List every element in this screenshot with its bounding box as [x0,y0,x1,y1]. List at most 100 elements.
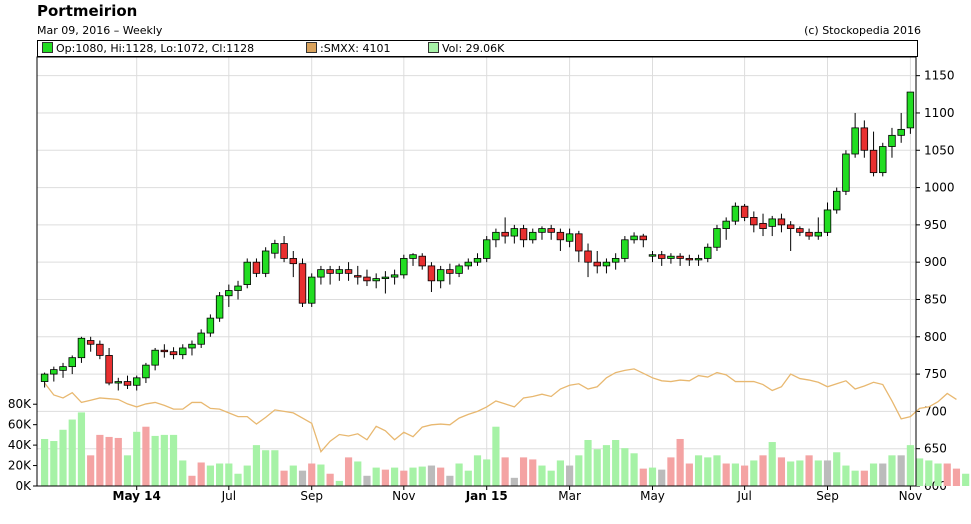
candle-body [50,369,58,375]
candle-body [648,254,657,257]
candle-body [482,239,491,259]
candle-body [381,276,390,279]
candle-body [814,231,823,237]
date-tick-label: May 14 [113,489,161,503]
volume-bar [897,455,905,486]
candle-body [68,357,76,368]
candle-body [842,153,850,192]
volume-bar [41,438,49,486]
volume-bar [142,426,150,486]
volume-bar [409,467,417,486]
volume-bar [391,467,399,486]
candle-body [759,222,767,230]
candle-body [298,263,307,304]
volume-bar [68,419,76,486]
candle-body [529,231,537,241]
candle-body [271,243,279,254]
candle-body [851,127,859,155]
candle-body [197,332,205,345]
volume-bar [962,473,970,486]
candle-body [676,255,684,259]
candle-body [114,381,123,384]
date-tick-label: Jul [221,489,236,503]
candle-body [731,205,740,222]
candle-body [556,231,565,241]
volume-bar [216,463,224,486]
price-volume-chart: 1150110010501000950900850800750700650600… [8,56,970,503]
candle-body [215,295,224,319]
candle-body [96,343,104,356]
price-tick-label: 1100 [924,106,955,120]
volume-bar [713,455,721,486]
date-tick-label: Nov [392,489,415,503]
volume-bar [133,431,141,486]
price-tick-label: 850 [924,292,947,306]
candle-body [860,127,869,151]
volume-bar [593,449,601,486]
volume-bar [77,412,86,486]
volume-bar [317,464,325,486]
candle-body [602,261,611,267]
candle-body [372,278,380,282]
volume-bar [372,467,380,486]
volume-bar [308,463,316,486]
volume-bar [676,438,684,486]
volume-bar [584,440,592,486]
volume-tick-label: 0K [15,479,32,493]
candle-body [740,205,749,218]
candle-body [40,373,49,382]
volume-bar [925,460,933,486]
volume-bar [685,463,693,486]
volume-bar [731,463,739,486]
price-tick-label: 1050 [924,143,955,157]
volume-bar [529,459,537,486]
candle-body [584,250,592,263]
volume-bar [547,470,555,486]
candle-body [151,349,159,366]
volume-bar [151,435,159,486]
date-tick-label: Nov [899,489,922,503]
candle-body [538,228,546,233]
volume-bar [759,455,767,486]
candle-body [363,276,371,282]
volume-bar [280,470,288,486]
candle-body [906,91,915,129]
volume-bar [188,475,196,486]
price-tick-label: 1150 [924,69,955,83]
volume-bar [888,455,896,486]
candle-body [786,224,795,230]
price-tick-label: 900 [924,255,947,269]
volume-bar [59,429,67,486]
candle-body [492,231,500,241]
volume-bar [750,460,758,486]
volume-bar [243,465,251,486]
date-tick-label: Jan 15 [465,489,508,503]
candle-body [86,340,95,345]
candle-body [464,261,473,267]
volume-bar [252,445,261,486]
candle-body [225,290,233,297]
volume-bar [906,445,914,486]
candle-body [418,255,426,267]
candle-body [436,269,445,282]
volume-bar [741,465,749,486]
volume-tick-label: 40K [8,438,32,452]
volume-bar [952,468,961,486]
volume-bar [354,461,362,486]
volume-bar [335,480,343,486]
candle-body [317,269,325,278]
volume-bar [123,455,132,486]
candle-body [344,269,353,274]
candle-body [685,258,694,261]
volume-bar [787,461,795,486]
candle-body [105,355,113,384]
candle-body [713,228,721,248]
volume-bar [842,465,850,486]
volume-bar [814,460,822,486]
volume-bar [87,455,95,486]
volume-bar [639,468,647,486]
date-tick-label: Sep [816,489,839,503]
candle-body [160,349,169,353]
volume-bar [225,463,233,486]
candle-body [280,243,288,259]
